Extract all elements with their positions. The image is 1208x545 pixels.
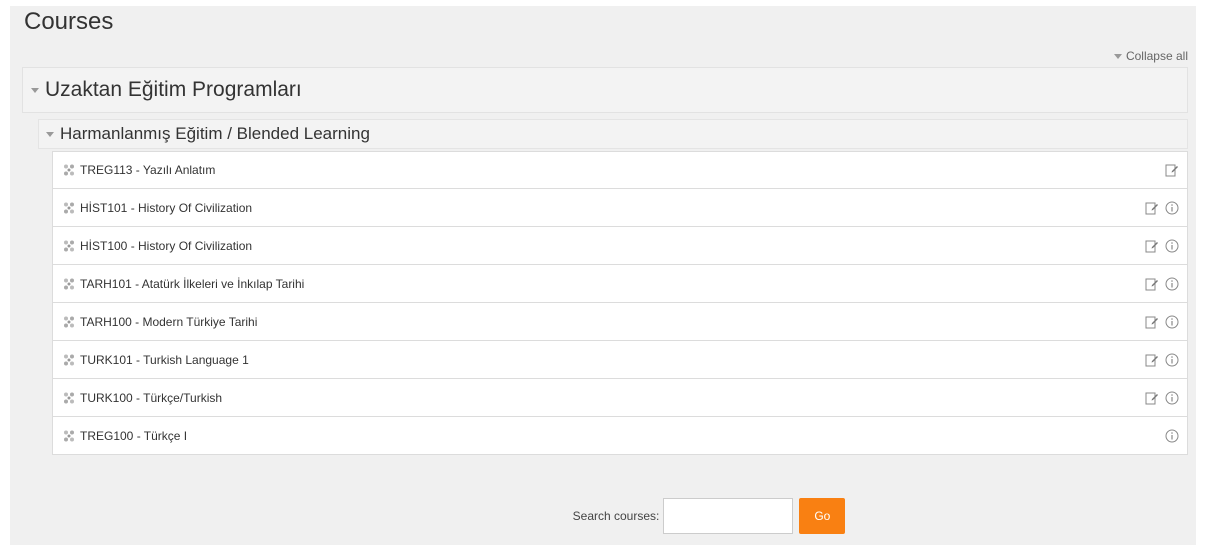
go-button[interactable]: Go: [799, 498, 846, 534]
course-icon: [64, 430, 74, 441]
course-link[interactable]: HİST100 - History Of Civilization: [80, 239, 1145, 253]
course-actions: [1145, 239, 1179, 253]
course-row: TREG113 - Yazılı Anlatım: [52, 151, 1188, 189]
course-link[interactable]: TREG100 - Türkçe I: [80, 429, 1165, 443]
enrol-edit-icon[interactable]: [1145, 391, 1159, 405]
course-actions: [1165, 429, 1179, 443]
course-row: TREG100 - Türkçe I: [52, 417, 1188, 455]
course-link[interactable]: TURK100 - Türkçe/Turkish: [80, 391, 1145, 405]
page-title: Courses: [24, 8, 114, 35]
course-actions: [1145, 201, 1179, 215]
info-icon[interactable]: [1165, 201, 1179, 215]
enrol-edit-icon[interactable]: [1145, 239, 1159, 253]
course-icon: [64, 316, 74, 327]
search-label: Search courses:: [572, 509, 660, 523]
info-icon[interactable]: [1165, 239, 1179, 253]
course-row: TARH101 - Atatürk İlkeleri ve İnkılap Ta…: [52, 265, 1188, 303]
info-icon[interactable]: [1165, 315, 1179, 329]
course-actions: [1145, 391, 1179, 405]
enrol-edit-icon[interactable]: [1145, 277, 1159, 291]
triangle-down-icon: [46, 131, 54, 137]
course-row: TURK100 - Türkçe/Turkish: [52, 379, 1188, 417]
search-input[interactable]: [663, 498, 794, 534]
course-row: HİST101 - History Of Civilization: [52, 189, 1188, 227]
course-icon: [64, 202, 74, 213]
course-actions: [1145, 353, 1179, 367]
course-row: TURK101 - Turkish Language 1: [52, 341, 1188, 379]
course-icon: [64, 164, 74, 176]
course-link[interactable]: TARH100 - Modern Türkiye Tarihi: [80, 315, 1145, 329]
course-row: TARH100 - Modern Türkiye Tarihi: [52, 303, 1188, 341]
course-actions: [1145, 315, 1179, 329]
category-header[interactable]: Uzaktan Eğitim Programları: [22, 67, 1188, 113]
course-icon: [64, 392, 74, 403]
category-name: Uzaktan Eğitim Programları: [45, 78, 302, 101]
enrol-edit-icon[interactable]: [1145, 201, 1159, 215]
course-link[interactable]: TARH101 - Atatürk İlkeleri ve İnkılap Ta…: [80, 277, 1145, 291]
triangle-down-icon: [31, 87, 39, 93]
enrol-edit-icon[interactable]: [1165, 163, 1179, 177]
course-link[interactable]: TREG113 - Yazılı Anlatım: [80, 163, 1165, 177]
info-icon[interactable]: [1165, 391, 1179, 405]
subcategory-header[interactable]: Harmanlanmış Eğitim / Blended Learning: [38, 119, 1188, 149]
enrol-edit-icon[interactable]: [1145, 353, 1159, 367]
subcategory-name: Harmanlanmış Eğitim / Blended Learning: [60, 124, 370, 143]
collapse-all-link[interactable]: Collapse all: [1113, 49, 1188, 63]
course-icon: [64, 240, 74, 251]
triangle-down-icon: [1113, 53, 1122, 59]
info-icon[interactable]: [1165, 429, 1179, 443]
course-row: HİST100 - History Of Civilization: [52, 227, 1188, 265]
course-link[interactable]: TURK101 - Turkish Language 1: [80, 353, 1145, 367]
search-form: Search courses: Go: [10, 498, 1196, 534]
course-link[interactable]: HİST101 - History Of Civilization: [80, 201, 1145, 215]
course-actions: [1145, 277, 1179, 291]
course-icon: [64, 278, 74, 289]
page: Courses Collapse all Uzaktan Eğitim Prog…: [10, 6, 1196, 545]
course-list: TREG113 - Yazılı Anlatım HİST101 - Histor…: [52, 151, 1188, 455]
info-icon[interactable]: [1165, 277, 1179, 291]
enrol-edit-icon[interactable]: [1145, 315, 1159, 329]
course-actions: [1165, 163, 1179, 177]
collapse-all-label: Collapse all: [1125, 49, 1188, 63]
course-icon: [64, 354, 74, 365]
info-icon[interactable]: [1165, 353, 1179, 367]
